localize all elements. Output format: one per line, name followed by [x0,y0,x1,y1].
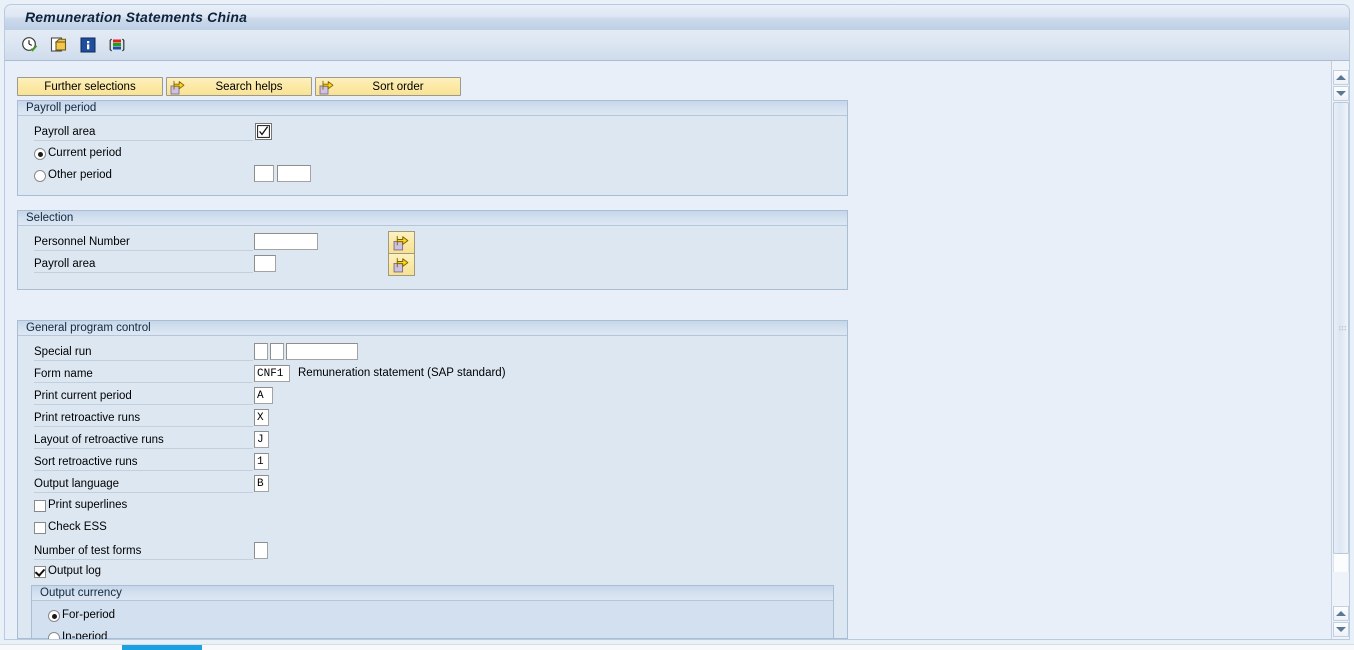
selection-payroll-area-input[interactable] [254,255,276,272]
personnel-number-input[interactable] [254,233,318,250]
execute-clock-icon[interactable] [19,34,41,56]
window-title-bar: Remuneration Statements China [4,4,1350,30]
print-retroactive-runs-input[interactable] [254,409,269,426]
print-current-period-label: Print current period [34,388,253,405]
search-helps-button[interactable]: Search helps [166,77,312,96]
search-helps-label: Search helps [215,80,283,93]
special-run-input-3[interactable] [286,343,358,360]
print-current-period-input[interactable] [254,387,273,404]
form-name-description: Remuneration statement (SAP standard) [298,367,506,379]
application-toolbar: © www.tutorialkart.com [4,30,1350,91]
print-superlines-label: Print superlines [48,499,128,511]
output-language-input[interactable] [254,475,269,492]
vertical-scrollbar[interactable] [1331,61,1349,639]
number-of-test-forms-input[interactable] [254,542,268,559]
triangle-up-icon [1336,611,1346,616]
triangle-up-icon [1336,75,1346,80]
other-period-radio[interactable] [34,170,46,182]
group-payroll-period-title: Payroll period [18,101,847,116]
arrow-right-icon [319,79,335,98]
layout-of-retroactive-runs-input[interactable] [254,431,269,448]
output-log-checkbox[interactable] [34,566,46,578]
selection-screen-canvas: Further selections Search helps Sort ord… [5,61,1323,639]
in-period-radio[interactable] [48,632,60,639]
special-run-input-1[interactable] [254,343,268,360]
group-output-currency: Output currency [31,585,834,639]
scroll-down-button-top[interactable] [1333,86,1349,101]
payroll-area-label: Payroll area [34,124,253,141]
copy-icon[interactable] [48,34,70,56]
triangle-down-icon [1336,627,1346,632]
sort-retroactive-runs-input[interactable] [254,453,269,470]
print-superlines-checkbox[interactable] [34,500,46,512]
scrollbar-thumb[interactable] [1333,102,1349,554]
grip-icon [1339,322,1346,331]
selection-payroll-area-label: Payroll area [34,256,253,273]
in-period-label: In-period [62,631,108,640]
other-period-input-1[interactable] [254,165,274,182]
group-payroll-period: Payroll period [17,100,848,196]
further-selections-label: Further selections [44,80,136,93]
check-ess-label: Check ESS [48,521,107,533]
os-taskbar [0,644,1354,650]
sap-gui-window: Remuneration Statements China Further se… [0,0,1354,644]
payroll-area-matchcode-button[interactable] [255,123,272,140]
output-language-label: Output language [34,476,253,493]
scroll-down-button[interactable] [1333,622,1349,637]
check-ess-checkbox[interactable] [34,522,46,534]
taskbar-active-window-chip[interactable] [122,645,202,650]
sort-retroactive-runs-label: Sort retroactive runs [34,454,253,471]
further-selections-button[interactable]: Further selections [17,77,163,96]
action-button-row: Further selections Search helps Sort ord… [17,77,461,96]
special-run-input-2[interactable] [270,343,284,360]
for-period-radio[interactable] [48,610,60,622]
form-name-input[interactable] [254,365,290,382]
output-log-label: Output log [48,565,102,577]
personnel-number-label: Personnel Number [34,234,253,251]
scroll-up-button-bottom[interactable] [1333,606,1349,621]
group-selection-title: Selection [18,211,847,226]
page-title: Remuneration Statements China [25,9,248,25]
form-name-label: Form name [34,366,253,383]
payroll-area-multiple-selection-button[interactable] [388,253,415,276]
toolbar-icon-group [19,34,128,56]
current-period-label: Current period [48,147,122,159]
special-run-label: Special run [34,344,253,361]
arrow-right-icon [170,79,186,98]
number-of-test-forms-label: Number of test forms [34,543,253,560]
scroll-up-button[interactable] [1333,70,1349,85]
sort-order-label: Sort order [372,80,424,93]
sort-order-button[interactable]: Sort order [315,77,461,96]
personnel-number-multiple-selection-button[interactable] [388,231,415,254]
group-output-currency-title: Output currency [32,586,833,601]
info-icon[interactable] [77,34,99,56]
print-retroactive-runs-label: Print retroactive runs [34,410,253,427]
variant-icon[interactable] [106,34,128,56]
other-period-input-2[interactable] [277,165,311,182]
current-period-radio[interactable] [34,148,46,160]
selection-screen: Further selections Search helps Sort ord… [4,61,1350,640]
for-period-label: For-period [62,609,116,621]
triangle-down-icon [1336,91,1346,96]
layout-of-retroactive-runs-label: Layout of retroactive runs [34,432,253,449]
other-period-label: Other period [48,169,112,181]
group-general-program-control-title: General program control [18,321,847,336]
